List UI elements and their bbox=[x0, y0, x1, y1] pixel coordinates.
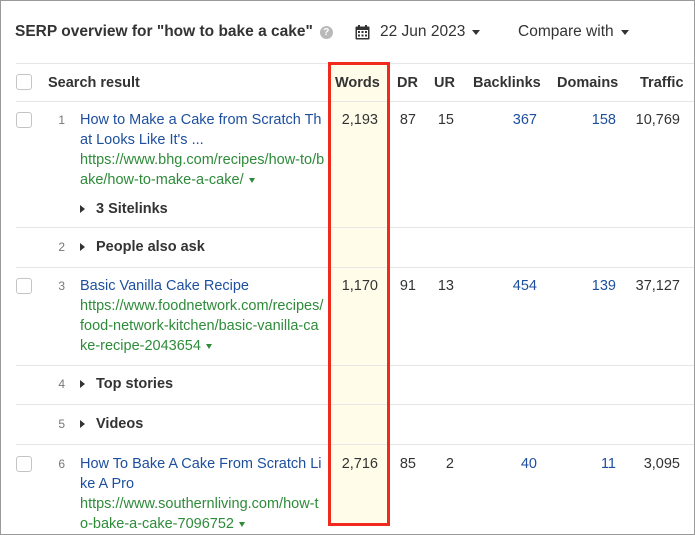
url-dropdown-icon[interactable] bbox=[238, 521, 245, 527]
position-number: 3 bbox=[58, 279, 65, 293]
date-picker[interactable]: 22 Jun 2023 bbox=[355, 21, 481, 43]
dr-value: 85 bbox=[399, 456, 416, 472]
videos-toggle[interactable]: Videos bbox=[80, 414, 143, 434]
result-link[interactable]: How to Make a Cake from Scratch That Loo… bbox=[80, 110, 325, 190]
result-url[interactable]: https://www.southernliving.com/how-to-ba… bbox=[80, 494, 325, 534]
backlinks-value[interactable]: 367 bbox=[513, 112, 537, 128]
chevron-down-icon bbox=[620, 29, 629, 35]
position-number: 5 bbox=[58, 417, 65, 431]
row-checkbox[interactable] bbox=[16, 112, 32, 128]
url-dropdown-icon[interactable] bbox=[205, 343, 212, 349]
header: SERP overview for "how to bake a cake" ?… bbox=[15, 21, 685, 43]
position-number: 2 bbox=[58, 240, 65, 254]
domains-value[interactable]: 139 bbox=[592, 278, 616, 294]
row-checkbox[interactable] bbox=[16, 278, 32, 294]
expand-triangle-icon bbox=[80, 380, 85, 388]
people-also-ask-toggle[interactable]: People also ask bbox=[80, 237, 205, 257]
expand-triangle-icon bbox=[80, 205, 85, 213]
feature-label: Videos bbox=[96, 416, 144, 432]
traffic-value: 3,095 bbox=[643, 456, 680, 472]
position-number: 4 bbox=[58, 377, 65, 391]
page-title: SERP overview for "how to bake a cake" bbox=[15, 23, 313, 40]
result-title[interactable]: How To Bake A Cake From Scratch Like A P… bbox=[80, 456, 322, 492]
result-url[interactable]: https://www.bhg.com/recipes/how-to/bake/… bbox=[80, 150, 325, 190]
domains-value[interactable]: 158 bbox=[592, 112, 616, 128]
row-checkbox[interactable] bbox=[16, 456, 32, 472]
backlinks-value[interactable]: 454 bbox=[513, 278, 537, 294]
column-header-search-result[interactable]: Search result bbox=[48, 75, 140, 91]
column-header-domains[interactable]: Domains bbox=[557, 75, 618, 91]
top-stories-toggle[interactable]: Top stories bbox=[80, 374, 173, 394]
column-header-ur[interactable]: UR bbox=[434, 75, 455, 91]
question-circle-icon[interactable]: ? bbox=[319, 25, 333, 39]
calendar-icon bbox=[355, 24, 370, 39]
sitelinks-toggle[interactable]: 3 Sitelinks bbox=[80, 199, 168, 219]
compare-with-dropdown[interactable]: Compare with bbox=[518, 21, 629, 43]
chevron-down-icon bbox=[472, 29, 481, 35]
result-title[interactable]: How to Make a Cake from Scratch That Loo… bbox=[80, 112, 322, 148]
position-number: 6 bbox=[58, 457, 65, 471]
expand-triangle-icon bbox=[80, 243, 85, 251]
result-link[interactable]: Basic Vanilla Cake Recipe https://www.fo… bbox=[80, 276, 325, 356]
compare-with-label: Compare with bbox=[518, 23, 614, 40]
expand-triangle-icon bbox=[80, 420, 85, 428]
dr-value: 87 bbox=[399, 112, 416, 128]
traffic-value: 37,127 bbox=[635, 278, 680, 294]
select-all-checkbox[interactable] bbox=[16, 74, 32, 90]
serp-overview-panel: SERP overview for "how to bake a cake" ?… bbox=[0, 0, 695, 535]
feature-label: Top stories bbox=[96, 376, 174, 392]
url-dropdown-icon[interactable] bbox=[248, 177, 255, 183]
feature-label: People also ask bbox=[96, 239, 205, 255]
result-url[interactable]: https://www.foodnetwork.com/recipes/food… bbox=[80, 296, 325, 356]
column-header-dr[interactable]: DR bbox=[397, 75, 418, 91]
position-number: 1 bbox=[58, 113, 65, 127]
ur-value: 15 bbox=[437, 112, 454, 128]
column-header-traffic[interactable]: Traffic bbox=[640, 75, 684, 91]
column-header-backlinks[interactable]: Backlinks bbox=[473, 75, 541, 91]
ur-value: 2 bbox=[445, 456, 454, 472]
sitelinks-label: 3 Sitelinks bbox=[96, 201, 168, 217]
result-title[interactable]: Basic Vanilla Cake Recipe bbox=[80, 278, 249, 294]
words-column-annotation-box bbox=[328, 62, 390, 526]
date-label: 22 Jun 2023 bbox=[380, 23, 466, 40]
dr-value: 91 bbox=[399, 278, 416, 294]
domains-value[interactable]: 11 bbox=[601, 456, 616, 472]
traffic-value: 10,769 bbox=[635, 112, 680, 128]
result-link[interactable]: How To Bake A Cake From Scratch Like A P… bbox=[80, 454, 325, 534]
ur-value: 13 bbox=[437, 278, 454, 294]
backlinks-value[interactable]: 40 bbox=[521, 456, 537, 472]
